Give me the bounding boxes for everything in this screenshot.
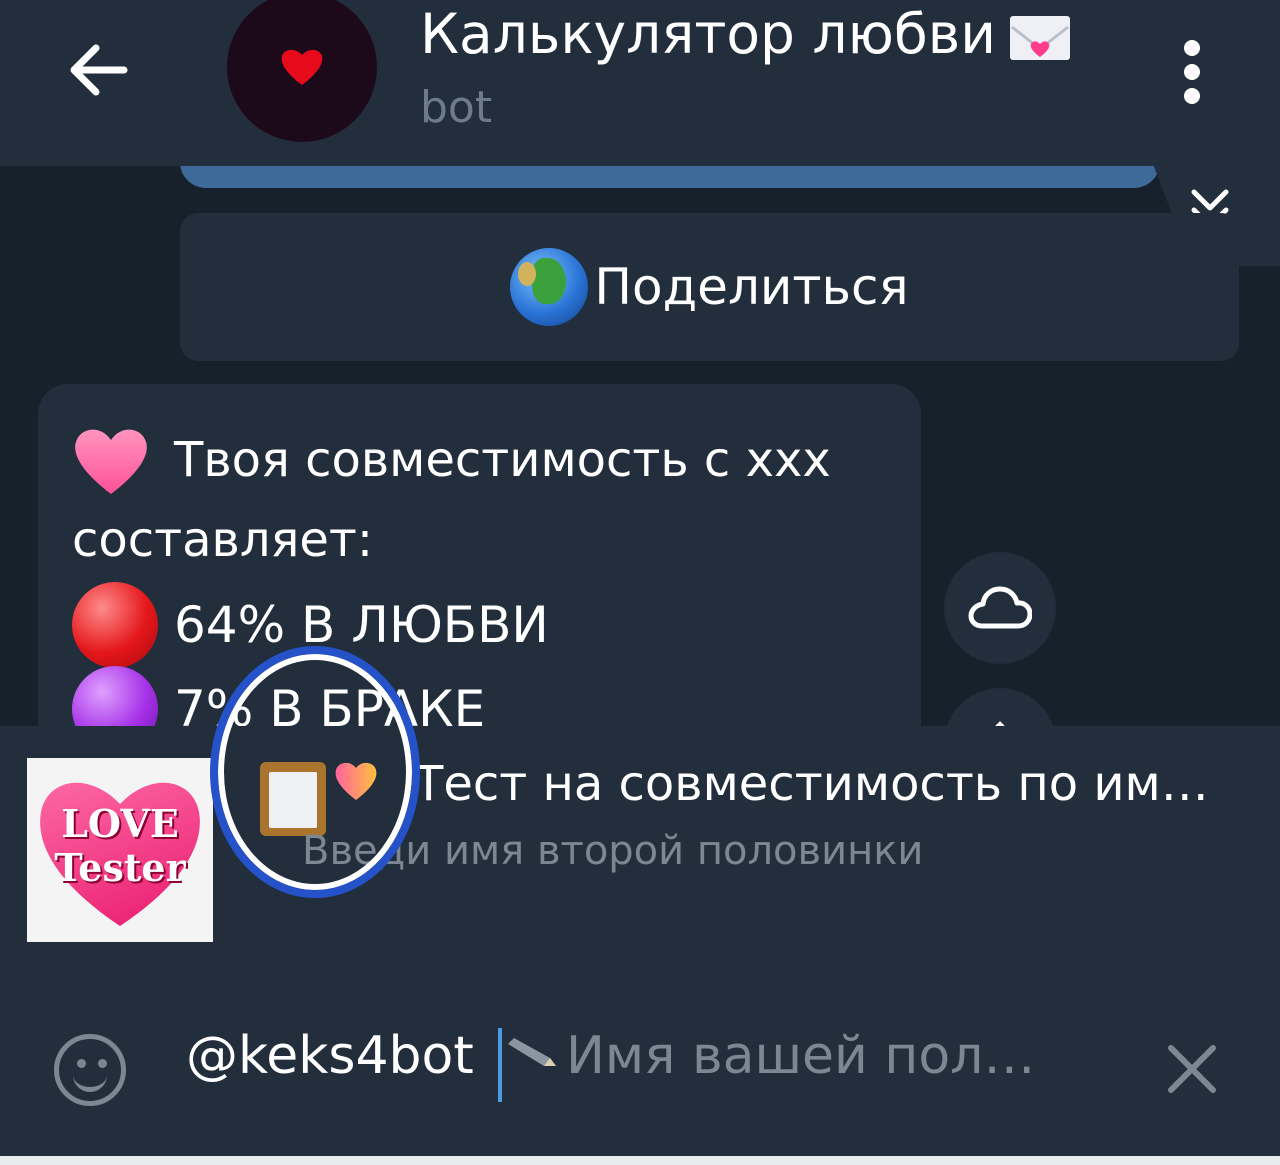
pencil-icon — [508, 1038, 556, 1066]
chat-subtitle: bot — [420, 82, 493, 133]
bot-avatar[interactable] — [227, 0, 377, 142]
heart-ribbon-icon — [72, 424, 150, 496]
message-line: 7% В БРАКЕ — [72, 666, 485, 726]
previous-inline-button[interactable] — [180, 166, 1160, 188]
close-icon — [1168, 1045, 1216, 1093]
globe-icon — [510, 248, 589, 326]
message-text-line1: Твоя совместимость с xxx — [174, 432, 831, 488]
text-caret — [498, 1028, 502, 1102]
input-placeholder: Имя вашей пол… — [566, 1026, 1036, 1086]
app-header: Калькулятор любви bot — [0, 0, 1280, 166]
message-text-line2: составляет: — [72, 512, 374, 568]
purple-circle-icon — [72, 666, 158, 726]
message-input[interactable]: @keks4bot — [186, 1026, 474, 1086]
thumbnail-line1: LOVE — [61, 801, 179, 846]
cloud-save-button[interactable] — [944, 552, 1056, 664]
back-button[interactable] — [62, 34, 134, 106]
love-letter-icon — [1009, 15, 1070, 60]
chat-title-text: Калькулятор любви — [420, 2, 996, 66]
more-vertical-icon — [1184, 40, 1200, 56]
share-button-label: Поделиться — [594, 258, 909, 316]
share-button[interactable]: Поделиться — [180, 213, 1239, 361]
clear-button[interactable] — [1165, 1042, 1219, 1096]
emoji-button[interactable] — [54, 1034, 126, 1106]
love-tester-thumbnail: LOVE Tester — [27, 758, 213, 942]
message-line: 64% В ЛЮБВИ — [72, 582, 549, 668]
cloud-icon — [968, 586, 1032, 629]
message-bubble[interactable]: Твоя совместимость с xxx составляет: 64%… — [38, 384, 921, 726]
message-input-bar: @keks4bot Имя вашей пол… — [0, 966, 1280, 1156]
message-line: Твоя совместимость с xxx — [72, 424, 831, 496]
small-heart-icon — [334, 760, 378, 800]
inline-result-title: Тест на совместимость по име… — [414, 756, 1234, 812]
heart-icon — [281, 49, 323, 85]
chat-area[interactable]: Поделиться Твоя совместимость с xxx сост… — [0, 166, 1280, 726]
message-text-line3: 64% В ЛЮБВИ — [174, 596, 549, 654]
thumbnail-line2: Tester — [54, 845, 186, 890]
red-circle-icon — [72, 582, 158, 668]
scroll-up-button[interactable] — [944, 688, 1056, 726]
menu-dot — [1184, 88, 1200, 104]
bottom-strip — [0, 1156, 1280, 1165]
more-menu-button[interactable] — [1170, 30, 1216, 110]
clipboard-icon — [260, 762, 326, 836]
inline-result-item[interactable]: LOVE Tester Тест на совместимость по име… — [0, 646, 1280, 966]
thumbnail-text: LOVE Tester — [27, 802, 213, 890]
inline-result-description: Введи имя второй половинки — [302, 828, 924, 874]
menu-dot — [1184, 64, 1200, 80]
chat-title[interactable]: Калькулятор любви — [420, 2, 1070, 66]
arrow-left-icon — [70, 44, 128, 96]
message-text-line4: 7% В БРАКЕ — [174, 680, 486, 726]
